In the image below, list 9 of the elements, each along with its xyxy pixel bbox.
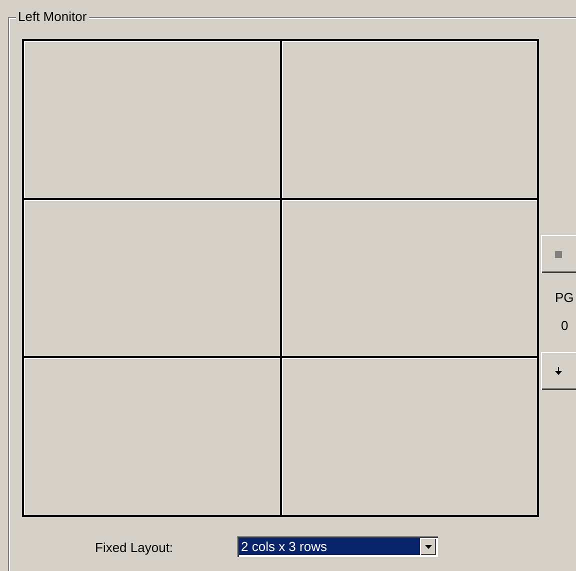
page-label: PG [555,290,574,306]
page-up-button[interactable] [541,235,576,273]
page-number: 0 [561,318,568,334]
layout-label: Fixed Layout: [95,540,174,556]
page-down-button[interactable] [541,352,576,390]
square-icon [555,250,562,258]
layout-dropdown[interactable]: 2 cols x 3 rows [237,536,438,557]
down-arrow-icon [555,367,562,375]
dropdown-arrow-icon [424,544,432,548]
